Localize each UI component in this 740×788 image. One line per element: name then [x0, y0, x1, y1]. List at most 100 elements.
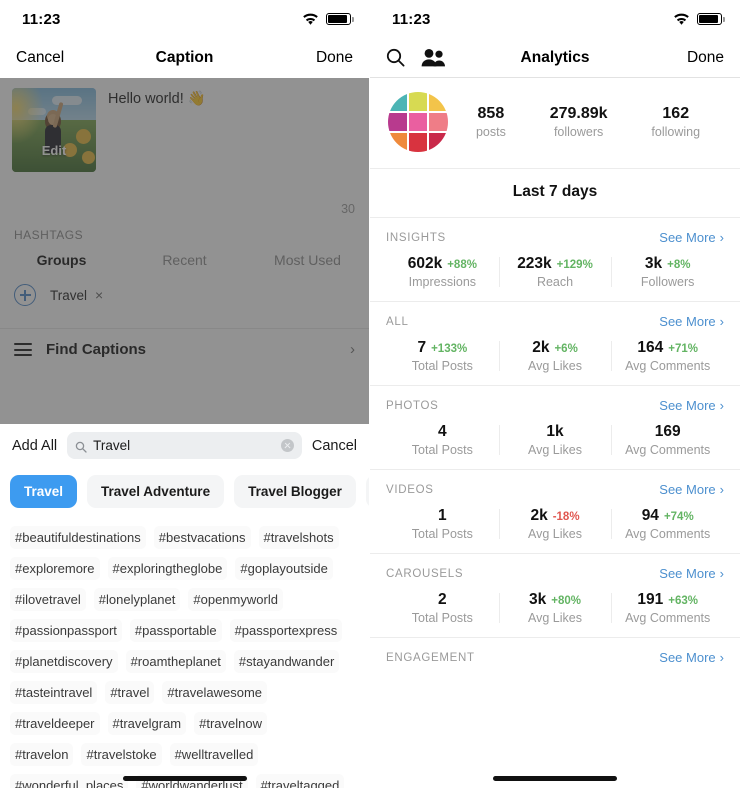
metric-label: Reach [536, 275, 574, 289]
stat-posts[interactable]: 858 posts [476, 105, 506, 139]
metric-delta: +88% [447, 259, 477, 271]
tab-most-used[interactable]: Most Used [246, 252, 369, 268]
metric-row: 602k +88% Impressions 223k +129% Reach 3k +… [386, 255, 724, 289]
group-chip-1[interactable]: Travel Adventure [87, 475, 225, 508]
hashtag-item[interactable]: #passportexpress [229, 619, 343, 642]
stat-following[interactable]: 162 following [651, 105, 700, 139]
hashtag-item[interactable]: #exploringtheglobe [107, 557, 228, 580]
hashtag-item[interactable]: #roamtheplanet [125, 650, 226, 673]
section-title: ALL [386, 315, 409, 328]
done-button[interactable]: Done [316, 49, 353, 67]
stat-label: posts [475, 125, 506, 139]
hashtag-item[interactable]: #passportable [129, 619, 222, 642]
metric-label: Total Posts [411, 443, 473, 457]
metric-delta: +6% [554, 343, 578, 355]
hashtag-item[interactable]: #goplayoutside [235, 557, 333, 580]
avatar-cell [388, 112, 407, 132]
hashtag-item[interactable]: #travelgram [107, 712, 187, 735]
metric-value: 2k [532, 339, 550, 356]
metric-value: 1k [546, 423, 564, 440]
find-captions-label: Find Captions [46, 341, 146, 358]
hashtag-item[interactable]: #wonderful_places [10, 774, 129, 788]
avatar-cell [408, 133, 428, 152]
hashtag-item[interactable]: #welltravelled [169, 743, 259, 766]
tab-recent[interactable]: Recent [123, 252, 246, 268]
avatar-cell [388, 133, 407, 152]
search-icon[interactable] [386, 48, 405, 67]
hashtag-item[interactable]: #openmyworld [188, 588, 283, 611]
hashtags-section-label: HASHTAGS [14, 228, 84, 242]
see-more-link[interactable]: See More › [659, 398, 724, 413]
picker-cancel-button[interactable]: Cancel [312, 438, 357, 454]
clear-search-icon[interactable] [280, 439, 294, 452]
section-title: VIDEOS [386, 483, 434, 496]
hashtag-item[interactable]: #travel [105, 681, 155, 704]
hashtag-item[interactable]: #traveltagged [255, 774, 345, 788]
hashtag-item[interactable]: #bestvacations [153, 526, 251, 549]
hashtag-item[interactable]: #lonelyplanet [93, 588, 181, 611]
add-all-button[interactable]: Add All [12, 438, 57, 454]
selected-groups-row: Travel × [0, 276, 369, 306]
add-group-icon[interactable] [14, 284, 36, 306]
avatar-cell [388, 92, 407, 111]
metric-total-posts: 7 +133% Total Posts [386, 339, 499, 373]
metric-row: 1 Total Posts 2k -18% Avg Likes 94 +74% Av… [386, 507, 724, 541]
chevron-right-icon: › [719, 398, 724, 413]
metric-total-posts: 2 Total Posts [386, 591, 499, 625]
people-icon[interactable] [421, 48, 446, 67]
group-chip-3[interactable]: Travel Co [365, 475, 369, 508]
dual-screenshot: 11:23 Cancel Caption Done Edit Hello wor… [0, 0, 740, 788]
metric-delta: +63% [668, 595, 698, 607]
hashtag-item[interactable]: #planetdiscovery [10, 650, 118, 673]
hashtag-item[interactable]: #stayandwander [233, 650, 340, 673]
section-videos: VIDEOS See More › 1 Total Posts 2k -18% A… [370, 469, 740, 553]
metric-row: 2 Total Posts 3k +80% Avg Likes 191 +63% A… [386, 591, 724, 625]
close-icon[interactable]: × [95, 287, 103, 303]
see-more-link[interactable]: See More › [659, 566, 724, 581]
hashtag-item[interactable]: #passionpassport [10, 619, 122, 642]
tag-row: #traveldeeper #travelgram #travelnow [10, 708, 359, 739]
metric-label: Avg Comments [625, 359, 711, 373]
group-chip-0[interactable]: Travel [10, 475, 78, 508]
see-more-link[interactable]: See More › [659, 230, 724, 245]
metric-value: 2 [438, 591, 447, 608]
metric-label: Impressions [408, 275, 477, 289]
see-more-link[interactable]: See More › [659, 482, 724, 497]
period-title: Last 7 days [370, 168, 740, 217]
hashtag-item[interactable]: #ilovetravel [10, 588, 86, 611]
section-insights: INSIGHTS See More › 602k +88% Impressions… [370, 217, 740, 301]
edit-thumbnail-label[interactable]: Edit [12, 143, 96, 158]
search-input[interactable]: Travel [67, 432, 302, 459]
home-indicator [122, 776, 247, 781]
hashtag-item[interactable]: #exploremore [10, 557, 100, 580]
hashtag-item[interactable]: #travelshots [258, 526, 339, 549]
metric-value: 4 [438, 423, 447, 440]
section-header: INSIGHTS See More › [386, 230, 724, 245]
caption-text[interactable]: Hello world! 👋 [108, 88, 206, 172]
hashtag-item[interactable]: #travelon [10, 743, 74, 766]
metric-delta: +129% [556, 259, 593, 271]
avatar[interactable] [388, 92, 448, 152]
metric-row: 7 +133% Total Posts 2k +6% Avg Likes 164 +7… [386, 339, 724, 373]
section-header: VIDEOS See More › [386, 482, 724, 497]
hashtag-item[interactable]: #travelawesome [162, 681, 268, 704]
hashtag-item[interactable]: #travelnow [194, 712, 268, 735]
cancel-button[interactable]: Cancel [16, 49, 64, 67]
status-indicators [302, 13, 354, 26]
post-thumbnail[interactable]: Edit [12, 88, 96, 172]
done-button[interactable]: Done [687, 49, 724, 67]
tab-groups[interactable]: Groups [0, 252, 123, 268]
see-more-link[interactable]: See More › [659, 314, 724, 329]
search-input-value[interactable]: Travel [93, 438, 130, 453]
group-chip-2[interactable]: Travel Blogger [234, 475, 356, 508]
see-more-link[interactable]: See More › [659, 650, 724, 665]
tag-row: #ilovetravel #lonelyplanet #openmyworld [10, 584, 359, 615]
hashtag-item[interactable]: #beautifuldestinations [10, 526, 146, 549]
hashtag-item[interactable]: #travelstoke [81, 743, 162, 766]
stat-followers[interactable]: 279.89k followers [550, 105, 608, 139]
hashtag-item[interactable]: #tasteintravel [10, 681, 98, 704]
hashtag-item[interactable]: #traveldeeper [10, 712, 100, 735]
caption-nav-bar: Cancel Caption Done [0, 38, 369, 78]
find-captions-row[interactable]: Find Captions › [0, 328, 369, 358]
group-chip-travel[interactable]: Travel × [50, 287, 103, 303]
